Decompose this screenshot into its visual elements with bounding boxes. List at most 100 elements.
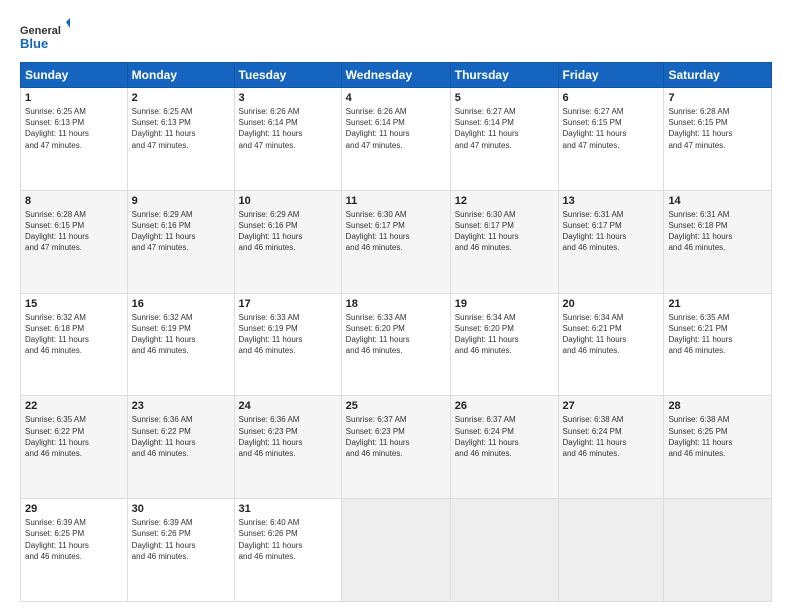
day-number: 21 xyxy=(668,298,767,310)
day-number: 27 xyxy=(563,400,660,412)
day-number: 14 xyxy=(668,195,767,207)
day-of-week-header: Tuesday xyxy=(234,63,341,88)
calendar-cell: 20Sunrise: 6:34 AM Sunset: 6:21 PM Dayli… xyxy=(558,293,664,396)
calendar: SundayMondayTuesdayWednesdayThursdayFrid… xyxy=(20,62,772,602)
day-info: Sunrise: 6:38 AM Sunset: 6:25 PM Dayligh… xyxy=(668,414,767,459)
day-number: 18 xyxy=(346,298,446,310)
day-number: 12 xyxy=(455,195,554,207)
day-info: Sunrise: 6:31 AM Sunset: 6:18 PM Dayligh… xyxy=(668,209,767,254)
calendar-cell: 10 Sunrise: 6:29 AM Sunset: 6:16 PM Dayli… xyxy=(234,190,341,293)
calendar-cell: 21 Sunrise: 6:35 AM Sunset: 6:21 PM Dayli… xyxy=(664,293,772,396)
calendar-week-row: 1 Sunrise: 6:25 AM Sunset: 6:13 PM Daylig… xyxy=(21,88,772,191)
day-info: Sunrise: 6:34 AM Sunset: 6:20 PM Dayligh… xyxy=(455,312,554,357)
calendar-cell: 8 Sunrise: 6:28 AM Sunset: 6:15 PM Daylig… xyxy=(21,190,128,293)
day-number: 22 xyxy=(25,400,123,412)
logo: General Blue xyxy=(20,18,70,54)
day-number: 3 xyxy=(239,92,337,104)
calendar-cell: 11Sunrise: 6:30 AM Sunset: 6:17 PM Dayli… xyxy=(341,190,450,293)
calendar-cell: 7 Sunrise: 6:28 AM Sunset: 6:15 PM Daylig… xyxy=(664,88,772,191)
day-number: 24 xyxy=(239,400,337,412)
day-number: 15 xyxy=(25,298,123,310)
day-number: 10 xyxy=(239,195,337,207)
day-number: 6 xyxy=(563,92,660,104)
calendar-cell: 26Sunrise: 6:37 AM Sunset: 6:24 PM Dayli… xyxy=(450,396,558,499)
day-of-week-header: Thursday xyxy=(450,63,558,88)
calendar-cell: 30 Sunrise: 6:39 AM Sunset: 6:26 PM Dayli… xyxy=(127,499,234,602)
calendar-cell: 19Sunrise: 6:34 AM Sunset: 6:20 PM Dayli… xyxy=(450,293,558,396)
day-info: Sunrise: 6:32 AM Sunset: 6:18 PM Dayligh… xyxy=(25,312,123,357)
calendar-cell: 22 Sunrise: 6:35 AM Sunset: 6:22 PM Dayli… xyxy=(21,396,128,499)
day-info: Sunrise: 6:37 AM Sunset: 6:23 PM Dayligh… xyxy=(346,414,446,459)
day-info: Sunrise: 6:28 AM Sunset: 6:15 PM Dayligh… xyxy=(25,209,123,254)
calendar-cell: 4 Sunrise: 6:26 AM Sunset: 6:14 PM Daylig… xyxy=(341,88,450,191)
day-info: Sunrise: 6:27 AM Sunset: 6:14 PM Dayligh… xyxy=(455,106,554,151)
svg-text:Blue: Blue xyxy=(20,36,48,51)
day-info: Sunrise: 6:35 AM Sunset: 6:22 PM Dayligh… xyxy=(25,414,123,459)
calendar-cell: 5Sunrise: 6:27 AM Sunset: 6:14 PM Daylig… xyxy=(450,88,558,191)
calendar-cell: 25Sunrise: 6:37 AM Sunset: 6:23 PM Dayli… xyxy=(341,396,450,499)
day-info: Sunrise: 6:28 AM Sunset: 6:15 PM Dayligh… xyxy=(668,106,767,151)
day-number: 31 xyxy=(239,503,337,515)
calendar-cell: 13 Sunrise: 6:31 AM Sunset: 6:17 PM Dayli… xyxy=(558,190,664,293)
day-info: Sunrise: 6:39 AM Sunset: 6:26 PM Dayligh… xyxy=(132,517,230,562)
calendar-cell: 15 Sunrise: 6:32 AM Sunset: 6:18 PM Dayli… xyxy=(21,293,128,396)
logo-svg: General Blue xyxy=(20,18,70,54)
day-info: Sunrise: 6:33 AM Sunset: 6:20 PM Dayligh… xyxy=(346,312,446,357)
day-number: 28 xyxy=(668,400,767,412)
day-info: Sunrise: 6:36 AM Sunset: 6:22 PM Dayligh… xyxy=(132,414,230,459)
calendar-week-row: 8 Sunrise: 6:28 AM Sunset: 6:15 PM Daylig… xyxy=(21,190,772,293)
calendar-cell: 12 Sunrise: 6:30 AM Sunset: 6:17 PM Dayli… xyxy=(450,190,558,293)
day-of-week-header: Sunday xyxy=(21,63,128,88)
day-info: Sunrise: 6:37 AM Sunset: 6:24 PM Dayligh… xyxy=(455,414,554,459)
calendar-cell: 3 Sunrise: 6:26 AM Sunset: 6:14 PM Daylig… xyxy=(234,88,341,191)
day-info: Sunrise: 6:39 AM Sunset: 6:25 PM Dayligh… xyxy=(25,517,123,562)
day-of-week-header: Friday xyxy=(558,63,664,88)
day-number: 1 xyxy=(25,92,123,104)
calendar-week-row: 29 Sunrise: 6:39 AM Sunset: 6:25 PM Dayli… xyxy=(21,499,772,602)
calendar-cell: 2Sunrise: 6:25 AM Sunset: 6:13 PM Daylig… xyxy=(127,88,234,191)
day-number: 7 xyxy=(668,92,767,104)
day-info: Sunrise: 6:27 AM Sunset: 6:15 PM Dayligh… xyxy=(563,106,660,151)
calendar-cell: 17Sunrise: 6:33 AM Sunset: 6:19 PM Dayli… xyxy=(234,293,341,396)
day-info: Sunrise: 6:38 AM Sunset: 6:24 PM Dayligh… xyxy=(563,414,660,459)
day-info: Sunrise: 6:26 AM Sunset: 6:14 PM Dayligh… xyxy=(346,106,446,151)
day-info: Sunrise: 6:40 AM Sunset: 6:26 PM Dayligh… xyxy=(239,517,337,562)
day-info: Sunrise: 6:36 AM Sunset: 6:23 PM Dayligh… xyxy=(239,414,337,459)
header-row: SundayMondayTuesdayWednesdayThursdayFrid… xyxy=(21,63,772,88)
calendar-cell xyxy=(664,499,772,602)
day-number: 30 xyxy=(132,503,230,515)
calendar-cell: 31 Sunrise: 6:40 AM Sunset: 6:26 PM Dayli… xyxy=(234,499,341,602)
calendar-cell: 27 Sunrise: 6:38 AM Sunset: 6:24 PM Dayli… xyxy=(558,396,664,499)
day-number: 16 xyxy=(132,298,230,310)
day-number: 11 xyxy=(346,195,446,207)
day-info: Sunrise: 6:30 AM Sunset: 6:17 PM Dayligh… xyxy=(455,209,554,254)
day-number: 29 xyxy=(25,503,123,515)
page: General Blue SundayMondayTuesdayWednesda… xyxy=(0,0,792,612)
header: General Blue xyxy=(20,18,772,54)
day-of-week-header: Monday xyxy=(127,63,234,88)
day-number: 9 xyxy=(132,195,230,207)
calendar-cell: 29 Sunrise: 6:39 AM Sunset: 6:25 PM Dayli… xyxy=(21,499,128,602)
day-info: Sunrise: 6:29 AM Sunset: 6:16 PM Dayligh… xyxy=(239,209,337,254)
day-info: Sunrise: 6:29 AM Sunset: 6:16 PM Dayligh… xyxy=(132,209,230,254)
day-number: 2 xyxy=(132,92,230,104)
calendar-cell xyxy=(450,499,558,602)
calendar-cell xyxy=(558,499,664,602)
day-number: 8 xyxy=(25,195,123,207)
day-info: Sunrise: 6:35 AM Sunset: 6:21 PM Dayligh… xyxy=(668,312,767,357)
day-number: 20 xyxy=(563,298,660,310)
day-info: Sunrise: 6:26 AM Sunset: 6:14 PM Dayligh… xyxy=(239,106,337,151)
calendar-cell: 14 Sunrise: 6:31 AM Sunset: 6:18 PM Dayli… xyxy=(664,190,772,293)
day-number: 4 xyxy=(346,92,446,104)
calendar-cell: 9 Sunrise: 6:29 AM Sunset: 6:16 PM Daylig… xyxy=(127,190,234,293)
calendar-cell: 18 Sunrise: 6:33 AM Sunset: 6:20 PM Dayli… xyxy=(341,293,450,396)
calendar-week-row: 22 Sunrise: 6:35 AM Sunset: 6:22 PM Dayli… xyxy=(21,396,772,499)
day-info: Sunrise: 6:32 AM Sunset: 6:19 PM Dayligh… xyxy=(132,312,230,357)
calendar-cell: 16 Sunrise: 6:32 AM Sunset: 6:19 PM Dayli… xyxy=(127,293,234,396)
day-info: Sunrise: 6:31 AM Sunset: 6:17 PM Dayligh… xyxy=(563,209,660,254)
calendar-cell: 1 Sunrise: 6:25 AM Sunset: 6:13 PM Daylig… xyxy=(21,88,128,191)
calendar-cell: 28 Sunrise: 6:38 AM Sunset: 6:25 PM Dayli… xyxy=(664,396,772,499)
day-of-week-header: Saturday xyxy=(664,63,772,88)
day-number: 13 xyxy=(563,195,660,207)
day-info: Sunrise: 6:25 AM Sunset: 6:13 PM Dayligh… xyxy=(25,106,123,151)
